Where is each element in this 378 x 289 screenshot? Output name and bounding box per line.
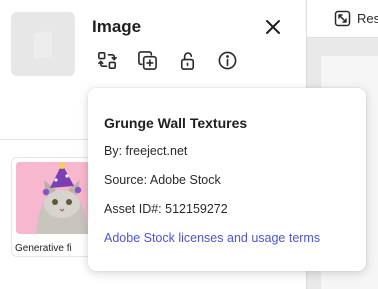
cat-image xyxy=(16,162,98,234)
resize-button[interactable]: Res xyxy=(307,0,378,38)
close-icon xyxy=(266,20,280,34)
cat-illustration xyxy=(16,162,98,234)
canvas-top-toolbar: Res xyxy=(307,0,378,38)
unlock-icon xyxy=(180,51,194,70)
image-thumbnail[interactable] xyxy=(11,12,75,76)
license-terms-link[interactable]: Adobe Stock licenses and usage terms xyxy=(104,231,320,245)
asset-id: Asset ID#: 512159272 xyxy=(104,202,228,216)
duplicate-icon xyxy=(137,50,157,70)
image-actions-row xyxy=(96,49,256,71)
panel-title: Image xyxy=(92,17,142,36)
info-button[interactable] xyxy=(216,49,238,71)
replace-icon xyxy=(97,51,117,69)
asset-title: Grunge Wall Textures xyxy=(104,115,248,131)
asset-source: Source: Adobe Stock xyxy=(104,173,221,187)
asset-info-popover: Grunge Wall Textures By: freeject.net So… xyxy=(88,88,366,271)
image-thumbnail-preview xyxy=(34,30,52,60)
lock-button[interactable] xyxy=(176,49,198,71)
result-label: Generative fi xyxy=(15,243,72,254)
duplicate-button[interactable] xyxy=(136,49,158,71)
close-button[interactable] xyxy=(263,17,283,37)
info-icon xyxy=(218,51,236,69)
resize-icon xyxy=(334,10,351,27)
resize-label: Res xyxy=(357,11,378,26)
asset-author: By: freeject.net xyxy=(104,144,188,158)
generative-result-card[interactable] xyxy=(11,157,99,257)
replace-button[interactable] xyxy=(96,49,118,71)
